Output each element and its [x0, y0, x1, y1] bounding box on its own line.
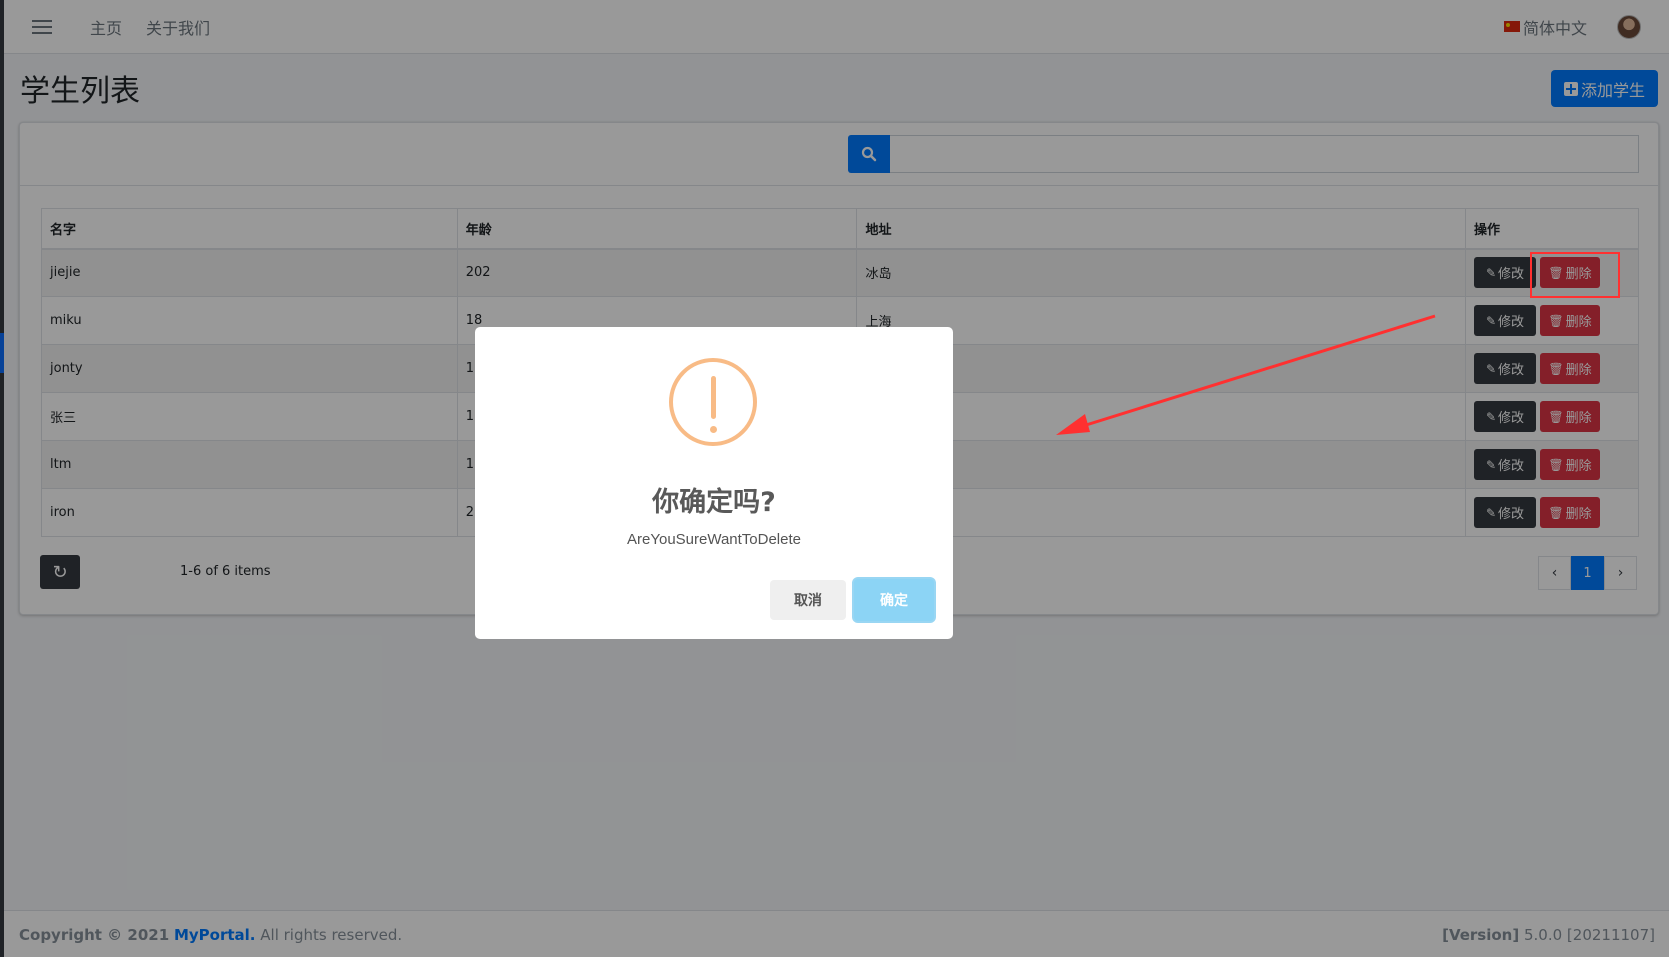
confirm-button[interactable]: 确定	[854, 579, 934, 621]
annotation-highlight-box	[1530, 252, 1620, 298]
confirm-dialog: 你确定吗? AreYouSureWantToDelete 取消 确定	[475, 327, 953, 639]
cancel-button[interactable]: 取消	[770, 580, 846, 620]
dialog-title: 你确定吗?	[652, 487, 776, 518]
warning-icon	[669, 358, 757, 446]
dialog-text: AreYouSureWantToDelete	[627, 531, 801, 548]
